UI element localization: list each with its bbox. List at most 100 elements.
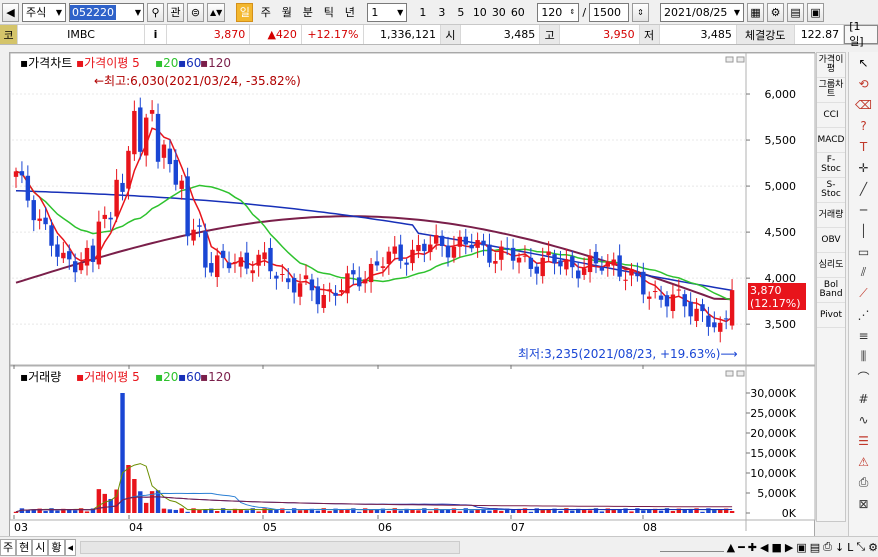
gear-button[interactable]: ⚙	[767, 2, 785, 22]
candle-body	[682, 294, 687, 307]
candle-body	[309, 279, 315, 291]
save-disk-icon[interactable]: ▤	[810, 541, 820, 554]
text-tool-icon[interactable]: T	[849, 136, 878, 157]
minute-60-button[interactable]: 60	[509, 3, 526, 22]
indicator-price-ma[interactable]: 가격이평	[817, 53, 845, 78]
scroll-end-icon[interactable]: ▶	[785, 541, 793, 554]
tab-main[interactable]: 주	[0, 538, 17, 556]
grid-lines-icon[interactable]: #	[849, 388, 878, 409]
eraser-tool-icon[interactable]: ⌫	[849, 94, 878, 115]
lock-icon[interactable]: L	[847, 541, 853, 554]
volume-bar	[428, 511, 433, 513]
info-button[interactable]: i	[145, 25, 167, 44]
fibonacci-tool-icon[interactable]: ≡	[849, 325, 878, 346]
total-input[interactable]: 1500	[589, 2, 630, 22]
minute-10-button[interactable]: 10	[471, 3, 488, 22]
market-select[interactable]: 주식 ▼	[22, 2, 66, 22]
indicator-s-stoc[interactable]: S-Stoc	[817, 178, 845, 203]
tab-current[interactable]: 현	[16, 538, 33, 556]
stop-icon[interactable]: ■	[771, 541, 781, 554]
indicator-macd[interactable]: MACD	[817, 128, 845, 153]
tab-minute[interactable]: 분	[299, 3, 316, 22]
date-input[interactable]: 2021/08/25 ▼	[660, 2, 745, 22]
stepper-button[interactable]: ▲▼	[207, 2, 226, 22]
arrow-down-icon[interactable]: ↓	[835, 541, 844, 554]
tab-day[interactable]: 일	[236, 2, 254, 22]
tab-status[interactable]: 황	[48, 538, 65, 556]
settings-icon[interactable]: ⚙	[868, 541, 878, 554]
indicator-bollinger[interactable]: Bol Band	[817, 278, 845, 303]
tab-week[interactable]: 주	[257, 3, 274, 22]
rectangle-tool-icon[interactable]: ▭	[849, 241, 878, 262]
minute-30-button[interactable]: 30	[490, 3, 507, 22]
tab-year[interactable]: 년	[341, 3, 358, 22]
zoom-slider[interactable]	[659, 542, 724, 552]
count-input[interactable]: 120 ⇕	[537, 2, 580, 22]
layout-button[interactable]: ▤	[787, 2, 805, 22]
chart-svg[interactable]: 6,0005,5005,0004,5004,0003,50030,000K25,…	[9, 52, 816, 549]
volume-panel	[9, 365, 816, 521]
scroll-start-icon[interactable]: ◀	[760, 541, 768, 554]
excel-icon[interactable]: ▣	[796, 541, 806, 554]
code-input[interactable]: 052220 ▼	[69, 2, 144, 22]
close-tool-icon[interactable]: ⊠	[849, 493, 878, 514]
zoom-out-icon[interactable]: ▲	[727, 541, 735, 554]
candle-body	[67, 251, 72, 260]
channel-tool-icon[interactable]: ⫽	[849, 262, 878, 283]
arc-tool-icon[interactable]: ⌒	[849, 367, 878, 388]
indicator-volume[interactable]: 거래량	[817, 203, 845, 228]
candle-body	[280, 274, 285, 275]
candle-body	[149, 110, 155, 114]
prev-arrow-button[interactable]: ◀	[2, 2, 19, 22]
strength-label: 체결강도	[736, 25, 795, 44]
minus-icon[interactable]: ━	[738, 541, 745, 554]
minute-5-button[interactable]: 5	[452, 3, 469, 22]
cycle-tool-icon[interactable]: ⫼	[849, 346, 878, 367]
save-button[interactable]: ▣	[807, 2, 825, 22]
line-tool-icon[interactable]: ╱	[849, 178, 878, 199]
volume-bar	[357, 511, 362, 513]
grid-icon-button[interactable]: ▦	[747, 2, 765, 22]
indicator-pivot[interactable]: Pivot	[817, 303, 845, 328]
scroll-left-icon[interactable]: ◂	[64, 538, 77, 556]
indicator-cci[interactable]: CCI	[817, 103, 845, 128]
minute-1-button[interactable]: 1	[414, 3, 431, 22]
search-button[interactable]: ⚲	[147, 2, 164, 22]
total-spin-button[interactable]: ⇕	[632, 2, 650, 22]
gann-tool-icon[interactable]: ⟋	[849, 283, 878, 304]
indicator-group-chart[interactable]: 그룹차트	[817, 78, 845, 103]
horizontal-line-icon[interactable]: ─	[849, 199, 878, 220]
print-tool-icon[interactable]: ⎙	[849, 472, 878, 493]
indicator-psychology[interactable]: 심리도	[817, 253, 845, 278]
tab-market[interactable]: 시	[32, 538, 49, 556]
vertical-line-icon[interactable]: │	[849, 220, 878, 241]
fan-tool-icon[interactable]: ⋰	[849, 304, 878, 325]
minute-3-button[interactable]: 3	[433, 3, 450, 22]
indicator-f-stoc[interactable]: F-Stoc	[817, 153, 845, 178]
wave-tool-icon[interactable]: ∿	[849, 409, 878, 430]
circle-toggle-button[interactable]: ⊜	[187, 2, 204, 22]
volume-panel-minimize-icon	[725, 370, 734, 377]
candle-body	[493, 261, 498, 264]
print-icon[interactable]: ⎙	[823, 540, 832, 554]
fibo-retracement-icon[interactable]: ☰	[849, 430, 878, 451]
link-button[interactable]: 관	[167, 2, 184, 22]
candle-body	[72, 261, 78, 273]
cursor-tool-icon[interactable]: ↖	[849, 52, 878, 73]
magnet-tool-icon[interactable]: ⟲	[849, 73, 878, 94]
chart-area[interactable]: 6,000 5,500 5,000 4,500 4,000 3,500 30,000K 25,…	[9, 52, 816, 549]
cross-tool-icon[interactable]: ✛	[849, 157, 878, 178]
volume-bar	[688, 509, 693, 513]
interval-select[interactable]: 1 ▼	[367, 2, 408, 22]
auto-trend-icon[interactable]: ⚠	[849, 451, 878, 472]
help-tool-icon[interactable]: ?	[849, 115, 878, 136]
resize-icon[interactable]: ⤡	[856, 540, 865, 554]
indicator-obv[interactable]: OBV	[817, 228, 845, 253]
tab-month[interactable]: 월	[278, 3, 295, 22]
volume-bar	[244, 510, 250, 513]
candle-body	[700, 304, 705, 312]
candle-body	[108, 217, 113, 220]
tab-tick[interactable]: 틱	[320, 3, 337, 22]
plus-icon[interactable]: ✚	[748, 541, 757, 554]
horizontal-scrollbar[interactable]	[80, 540, 461, 554]
